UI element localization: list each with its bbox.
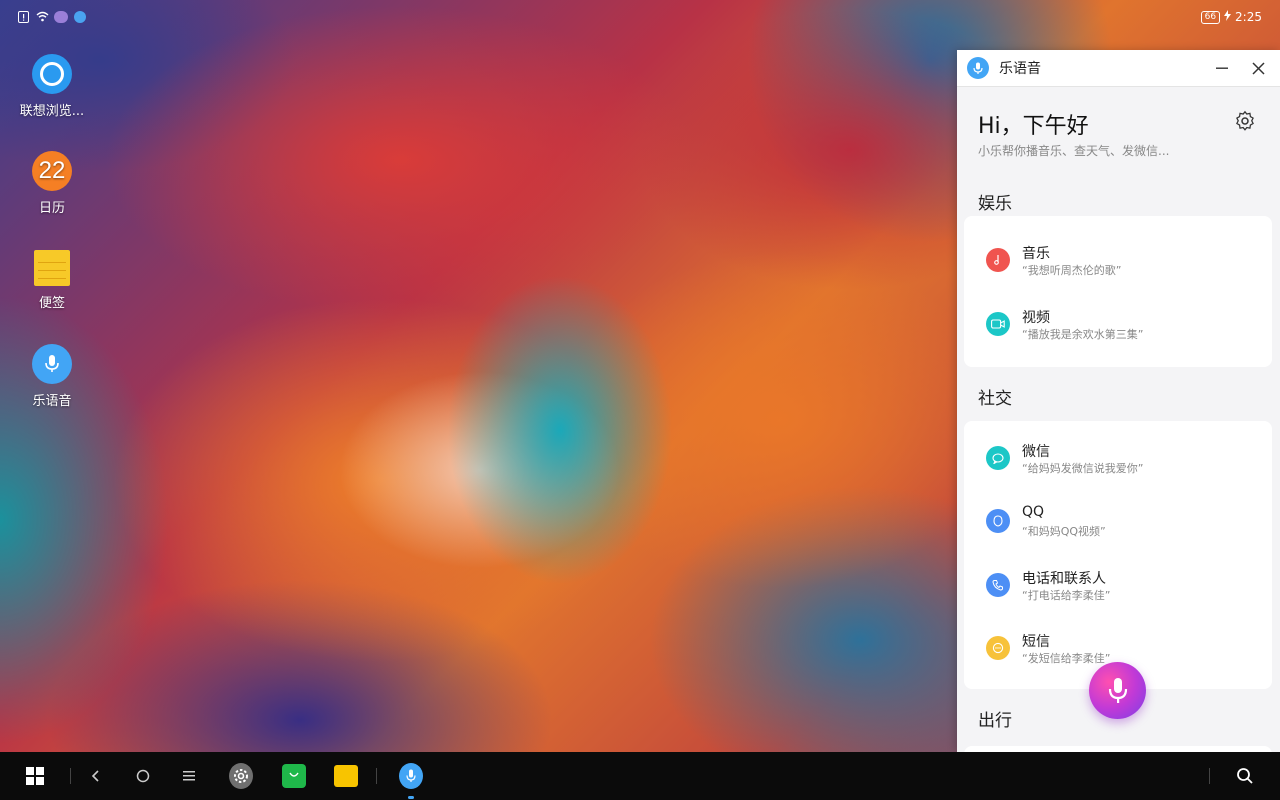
voice-notification-icon: [74, 11, 86, 23]
charging-icon: [1224, 10, 1232, 24]
back-button[interactable]: [84, 764, 108, 788]
notification-app-icon: [54, 11, 68, 23]
close-button[interactable]: [1246, 56, 1270, 80]
desktop-icon-browser[interactable]: 联想浏览...: [12, 54, 92, 119]
command-hint: “我想听周杰伦的歌”: [1022, 264, 1122, 277]
microphone-icon: [1108, 677, 1127, 703]
desktop-icon-notes[interactable]: 便签: [12, 250, 92, 311]
desktop-icon-label: 日历: [38, 201, 65, 216]
command-name: 音乐: [1022, 246, 1050, 262]
settings-app-icon: [229, 763, 253, 789]
grid-icon: [26, 767, 44, 785]
notes-icon: [34, 250, 70, 286]
chevron-left-icon: [91, 770, 99, 782]
qq-penguin-icon: [986, 509, 1010, 533]
taskbar-divider: [70, 768, 71, 784]
video-camera-icon: [986, 312, 1010, 336]
alert-icon: [18, 11, 30, 23]
folder-icon: [334, 765, 358, 787]
taskbar-app-settings[interactable]: [229, 763, 253, 789]
command-hint: “打电话给李柔佳”: [1022, 589, 1111, 602]
section-title-travel: 出行: [978, 711, 1012, 731]
minimize-button[interactable]: [1210, 56, 1234, 80]
microphone-icon: [399, 763, 423, 789]
desktop-icon-calendar[interactable]: 22 日历: [12, 151, 92, 216]
command-hint: “和妈妈QQ视频”: [1022, 525, 1106, 538]
window-titlebar: 乐语音: [957, 50, 1280, 87]
desktop-icon-voice[interactable]: 乐语音: [12, 344, 92, 409]
settings-button[interactable]: [1234, 110, 1256, 132]
music-note-icon: [986, 248, 1010, 272]
message-icon: [986, 636, 1010, 660]
command-hint: “给妈妈发微信说我爱你”: [1022, 462, 1144, 475]
menu-button[interactable]: [177, 764, 201, 788]
home-button[interactable]: [131, 764, 155, 788]
taskbar-divider: [376, 768, 377, 784]
wifi-icon: [36, 11, 49, 23]
command-item-music[interactable]: 音乐 “我想听周杰伦的歌”: [986, 243, 1256, 283]
command-name: 微信: [1022, 444, 1050, 460]
gear-icon: [1236, 110, 1254, 131]
status-bar: 66 2:25: [0, 0, 1280, 36]
command-name: 短信: [1022, 634, 1050, 650]
desktop-icon-label: 乐语音: [32, 394, 72, 409]
taskbar-app-voice[interactable]: [399, 763, 423, 789]
command-name: 电话和联系人: [1022, 571, 1106, 587]
desktop-icon-label: 便签: [38, 296, 65, 311]
search-button[interactable]: [1233, 764, 1257, 788]
battery-indicator: 66: [1200, 10, 1221, 24]
taskbar-divider: [1209, 768, 1210, 784]
close-icon: [1251, 61, 1265, 75]
window-title: 乐语音: [999, 61, 1041, 77]
command-item-video[interactable]: 视频 “播放我是余欢水第三集”: [986, 307, 1256, 347]
hamburger-icon: [183, 771, 195, 781]
start-menu-button[interactable]: [23, 764, 47, 788]
voice-app-icon: [967, 57, 989, 79]
command-item-wechat[interactable]: 微信 “给妈妈发微信说我爱你”: [986, 441, 1256, 481]
command-name: 视频: [1022, 310, 1050, 326]
greeting-heading: Hi，下午好: [978, 114, 1089, 139]
taskbar-app-files[interactable]: [334, 764, 358, 788]
command-item-qq[interactable]: QQ “和妈妈QQ视频”: [986, 504, 1256, 544]
clock: 2:25: [1235, 10, 1262, 24]
section-title-social: 社交: [978, 389, 1012, 409]
voice-assistant-window: 乐语音 Hi，下午好 小乐帮你播音乐、查天气、发微信... 娱乐 音乐 “我想听…: [957, 50, 1280, 752]
desktop-icon-label: 联想浏览...: [19, 104, 85, 119]
taskbar: [0, 752, 1280, 800]
command-hint: “播放我是余欢水第三集”: [1022, 328, 1144, 341]
entertainment-card: 音乐 “我想听周杰伦的歌” 视频 “播放我是余欢水第三集”: [964, 216, 1272, 367]
calendar-icon: 22: [32, 151, 72, 191]
greeting-subtitle: 小乐帮你播音乐、查天气、发微信...: [978, 144, 1170, 158]
microphone-icon: [32, 344, 72, 384]
command-item-phone-contacts[interactable]: 电话和联系人 “打电话给李柔佳”: [986, 568, 1256, 608]
section-title-entertainment: 娱乐: [978, 194, 1012, 214]
command-hint: “发短信给李柔佳”: [1022, 652, 1111, 665]
chat-bubble-icon: [986, 446, 1010, 470]
browser-icon: [32, 54, 72, 94]
search-icon: [1237, 768, 1253, 784]
taskbar-app-store[interactable]: [282, 764, 306, 788]
command-name: QQ: [1022, 504, 1045, 520]
active-app-indicator: [408, 796, 414, 799]
phone-icon: [986, 573, 1010, 597]
shopping-bag-icon: [282, 764, 306, 788]
circle-home-icon: [136, 769, 150, 783]
social-card: 微信 “给妈妈发微信说我爱你” QQ “和妈妈QQ视频” 电话和联系人 “打电话…: [964, 421, 1272, 689]
voice-input-button[interactable]: [1089, 662, 1146, 719]
